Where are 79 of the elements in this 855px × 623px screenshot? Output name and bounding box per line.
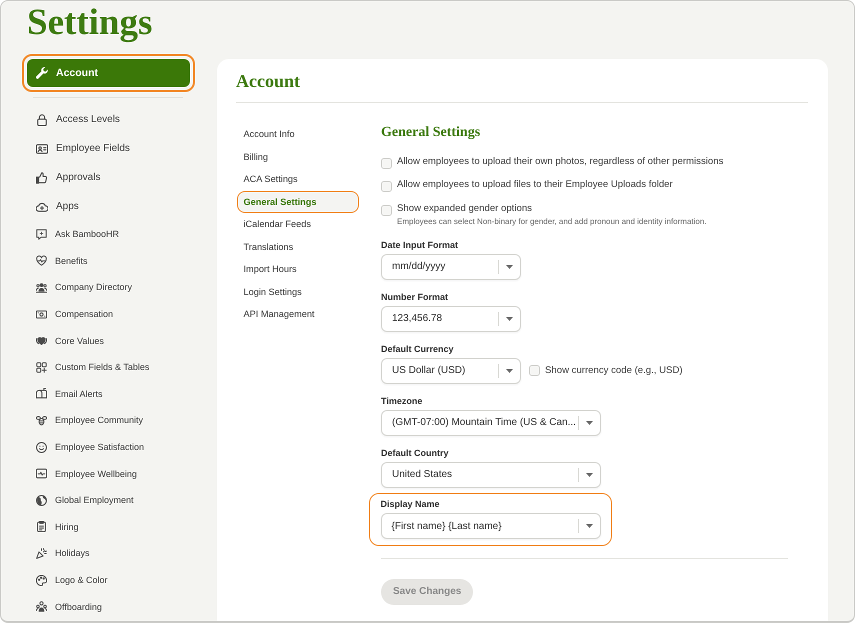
sidebar-item[interactable]: Offboarding	[22, 593, 195, 620]
section-title: Account	[236, 70, 300, 93]
caret-icon	[506, 368, 513, 372]
select-field[interactable]: US Dollar (USD)	[381, 358, 521, 384]
banknote-icon	[36, 308, 47, 320]
sidebar-item[interactable]: Employee Satisfaction	[22, 434, 195, 460]
group-icon	[36, 601, 47, 612]
heart-icon	[36, 335, 47, 346]
select-field[interactable]: mm/dd/yyyy	[381, 254, 521, 280]
sidebar-item[interactable]: Logo & Color	[22, 566, 195, 594]
field-label: Number Format	[381, 290, 448, 302]
checkbox-label: Show expanded gender options	[397, 202, 532, 216]
clipboard-icon	[36, 521, 47, 532]
party-popper-icon	[36, 548, 47, 559]
grid-plus-icon	[36, 362, 47, 373]
sidebar-item[interactable]: Compensation	[22, 300, 195, 328]
caret-icon	[506, 316, 513, 320]
people-icon	[36, 282, 47, 293]
checkbox-label: Show currency code (e.g., USD)	[545, 365, 683, 376]
sidebar-item[interactable]: Benefits	[22, 248, 195, 274]
sidebar-item[interactable]: Employee Wellbeing	[22, 460, 195, 487]
nav-link[interactable]: Translations	[237, 236, 359, 258]
nav-link[interactable]: ACA Settings	[237, 168, 359, 190]
globe-icon	[36, 494, 47, 506]
nav-link[interactable]: Billing	[237, 146, 359, 168]
checkbox[interactable]	[381, 158, 392, 168]
caret-icon	[586, 420, 593, 424]
sidebar-item[interactable]: Custom Fields & Tables	[22, 354, 195, 381]
nav-link[interactable]: Account Info	[237, 123, 359, 146]
nav-link[interactable]: API Management	[237, 303, 359, 326]
caret-icon	[586, 524, 592, 528]
nav-link[interactable]: Import Hours	[237, 258, 359, 280]
sidebar-item[interactable]: Apps	[22, 192, 195, 221]
checkbox-label: Allow employees to upload their own photos, regardless of other permissions	[397, 154, 724, 168]
palette-icon	[36, 574, 47, 586]
field-label: Default Country	[381, 446, 448, 458]
select-field[interactable]: 123,456.78	[381, 306, 521, 332]
panel-title: General Settings	[381, 124, 480, 142]
mailbox-icon	[36, 388, 47, 400]
wrench-icon	[36, 67, 48, 79]
field-label: Default Currency	[381, 342, 454, 354]
cloud-plus-icon	[36, 200, 48, 212]
sidebar-item[interactable]: Global Employment	[22, 486, 195, 514]
sidebar-item[interactable]: Account	[27, 59, 190, 87]
sidebar-item[interactable]: Access Levels	[22, 105, 195, 134]
sidebar-item[interactable]: Company Directory	[22, 274, 195, 301]
checkbox[interactable]	[381, 204, 392, 216]
caret-icon	[586, 472, 593, 476]
nav-link[interactable]: iCalendar Feeds	[237, 213, 359, 236]
checkbox[interactable]	[529, 365, 540, 376]
thumbs-up-icon	[36, 172, 48, 184]
sidebar-item[interactable]: Email Alerts	[22, 380, 195, 408]
sidebar-item[interactable]: Holidays	[22, 540, 195, 567]
bee-icon	[36, 414, 47, 426]
sidebar-item[interactable]: Ask BambooHR	[22, 221, 195, 248]
heart-pulse-icon	[36, 255, 47, 266]
caret-icon	[506, 264, 513, 268]
sidebar-item[interactable]: Employee Fields	[22, 134, 195, 163]
checkbox[interactable]	[381, 181, 392, 192]
pulse-screen-icon	[36, 468, 47, 480]
id-card-icon	[36, 142, 48, 154]
sidebar-item[interactable]: Employee Community	[22, 407, 195, 434]
field-label: Timezone	[381, 394, 422, 406]
nav-link[interactable]: General Settings	[237, 190, 359, 213]
sidebar-item[interactable]: Approvals	[22, 163, 195, 192]
smiley-icon	[36, 442, 47, 453]
nav-link[interactable]: Login Settings	[237, 280, 359, 303]
sidebar-item[interactable]: Hiring	[22, 514, 195, 540]
checkbox-label: Allow employees to upload files to their Employee Uploads folder	[397, 178, 673, 192]
field-label: Date Input Format	[381, 238, 458, 250]
sidebar-item[interactable]: Core Values	[22, 327, 195, 354]
chat-sparkle-icon	[36, 228, 47, 240]
help-text: Employees can select Non-binary for gender, and add pronoun and identity information.	[397, 216, 707, 226]
lock-icon	[36, 114, 48, 126]
select-field[interactable]: United States	[381, 462, 601, 488]
select-field[interactable]: {First name} {Last name}	[380, 513, 600, 539]
field-label: Display Name	[380, 498, 440, 510]
page-title: Settings	[27, 3, 152, 43]
select-field[interactable]: (GMT-07:00) Mountain Time (US & Can...	[381, 410, 601, 436]
